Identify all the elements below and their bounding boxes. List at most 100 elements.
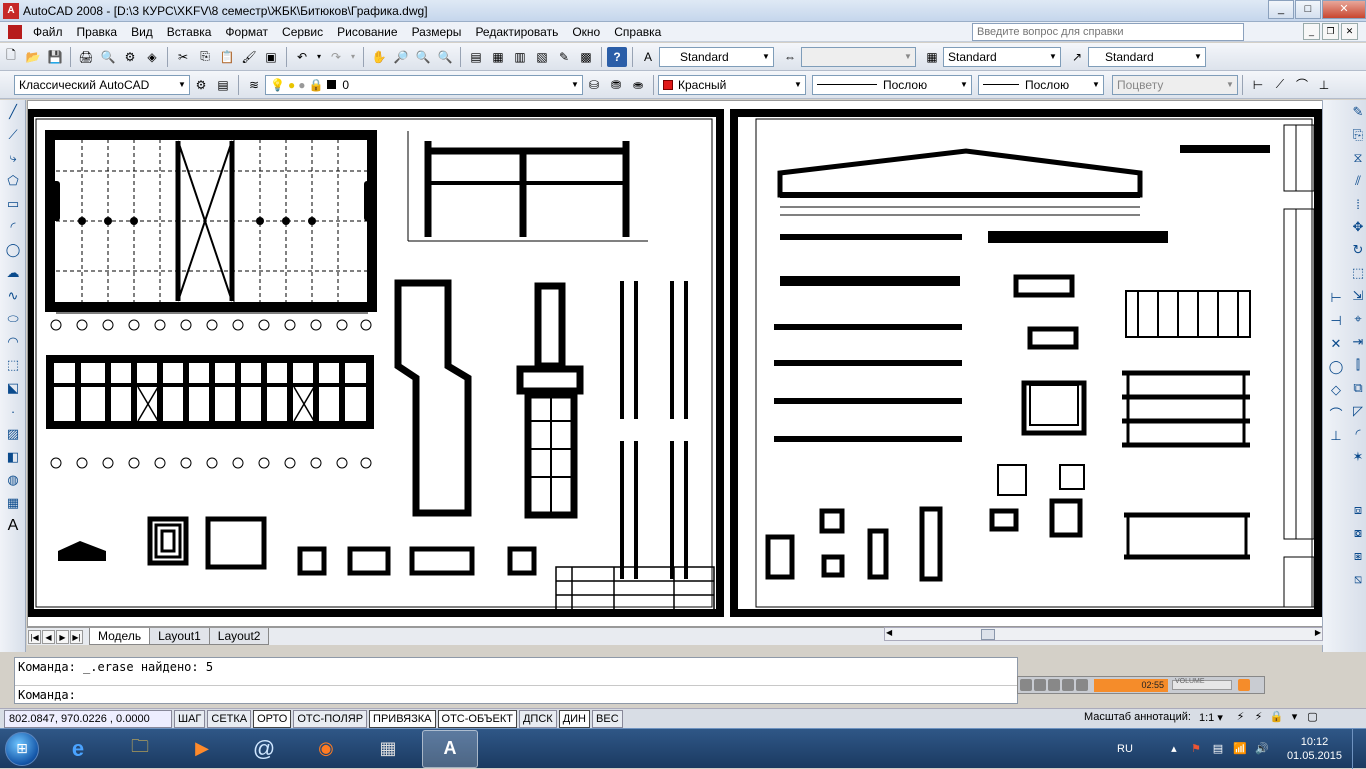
scroll-right-icon[interactable]: ▶	[1315, 628, 1321, 637]
document-icon[interactable]	[8, 24, 22, 39]
table-style-icon[interactable]: ▦	[922, 47, 942, 67]
draworder-icon[interactable]: ⧈	[1347, 499, 1366, 521]
horizontal-scrollbar[interactable]: ◀ ▶	[884, 627, 1323, 641]
menu-format[interactable]: Формат	[218, 22, 275, 42]
snap-center-icon[interactable]: ◯	[1325, 356, 1347, 378]
circle-icon[interactable]: ◯	[2, 239, 24, 261]
coordinates-readout[interactable]: 802.0847, 970.0226 , 0.0000	[4, 709, 172, 728]
sun-icon[interactable]: ●	[288, 78, 295, 92]
text-style-select[interactable]: Standard ▼	[659, 46, 774, 67]
lightbulb-icon[interactable]: 💡	[270, 78, 285, 92]
save-icon[interactable]: 💾	[45, 47, 65, 67]
taskbar-messenger-icon[interactable]: @	[236, 730, 292, 768]
revision-cloud-icon[interactable]: ☁	[2, 262, 24, 284]
menu-file[interactable]: Файл	[26, 22, 70, 42]
annotation-visibility-icon[interactable]: ⚡	[1233, 710, 1248, 725]
color-select[interactable]: Красный ▼	[658, 74, 806, 95]
zoom-previous-icon[interactable]: 🔍	[435, 47, 455, 67]
menu-edit[interactable]: Правка	[70, 22, 125, 42]
open-file-icon[interactable]: 📂	[23, 47, 43, 67]
construction-line-icon[interactable]: ⟋	[2, 124, 24, 146]
block-editor-icon[interactable]: ▣	[261, 47, 281, 67]
extend-icon[interactable]: ⇥	[1347, 331, 1366, 353]
doc-restore-icon[interactable]: ❐	[1322, 23, 1339, 40]
network-signal-icon[interactable]: 📶	[1232, 741, 1248, 757]
fillet-icon[interactable]: ◜	[1347, 423, 1366, 445]
mirror-icon[interactable]: ⧖	[1347, 147, 1366, 169]
print-icon[interactable]: 🖨	[76, 47, 96, 67]
zoom-realtime-icon[interactable]: 🔎	[391, 47, 411, 67]
snap-quadrant-icon[interactable]: ◇	[1325, 379, 1347, 401]
layer-manager-icon[interactable]: ≋	[244, 75, 264, 95]
volume-icon[interactable]: 🔊	[1254, 741, 1270, 757]
move-icon[interactable]: ✥	[1347, 216, 1366, 238]
pan-icon[interactable]: ✋	[369, 47, 389, 67]
menu-tools[interactable]: Сервис	[275, 22, 330, 42]
tray-expand-icon[interactable]: ▴	[1166, 741, 1182, 757]
player-close-icon[interactable]	[1238, 679, 1250, 691]
maximize-button[interactable]: □	[1295, 0, 1321, 19]
help-icon[interactable]: ?	[607, 46, 627, 67]
menu-dimension[interactable]: Размеры	[405, 22, 469, 42]
removable-device-icon[interactable]: ▤	[1210, 741, 1226, 757]
scale-icon[interactable]: ⬚	[1347, 262, 1366, 284]
publish-icon[interactable]: ⚙	[120, 47, 140, 67]
table-icon[interactable]: ▦	[2, 492, 24, 514]
minimize-button[interactable]: _	[1268, 0, 1294, 19]
grid-toggle[interactable]: СЕТКА	[207, 709, 252, 728]
markup-icon[interactable]: ✎	[554, 47, 574, 67]
3d-dwf-icon[interactable]: ◈	[142, 47, 162, 67]
linear-dimension-icon[interactable]: ⊢	[1248, 75, 1268, 95]
action-center-icon[interactable]: ⚑	[1188, 741, 1204, 757]
show-desktop-button[interactable]	[1352, 729, 1366, 769]
linetype-select[interactable]: Послою ▼	[812, 74, 972, 95]
multileader-style-select[interactable]: Standard ▼	[1088, 46, 1206, 67]
snap-midpoint-icon[interactable]: ⊣	[1325, 310, 1347, 332]
hscroll-thumb[interactable]	[981, 629, 995, 640]
start-button[interactable]: ⊞	[0, 729, 44, 769]
redo-dropdown-icon[interactable]: ▾	[348, 47, 358, 67]
match-properties-icon[interactable]: 🖌	[239, 47, 259, 67]
region-icon[interactable]: ◍	[2, 469, 24, 491]
bring-front-icon[interactable]: ⧇	[1347, 522, 1366, 544]
make-layer-current-icon[interactable]: ⛁	[584, 75, 604, 95]
tab-prev-icon[interactable]: ◀	[42, 629, 55, 644]
dyn-toggle[interactable]: ДИН	[558, 709, 591, 728]
menu-draw[interactable]: Рисование	[330, 22, 404, 42]
workspace-select[interactable]: Классический AutoCAD ▼	[14, 74, 190, 95]
menu-view[interactable]: Вид	[124, 22, 160, 42]
tab-last-icon[interactable]: ▶|	[70, 629, 83, 644]
lock-icon[interactable]: 🔒	[308, 78, 323, 92]
taskbar-autocad-icon[interactable]: A	[422, 729, 478, 768]
polar-toggle[interactable]: ОТС-ПОЛЯР	[293, 709, 368, 728]
lineweight-select[interactable]: Послою ▼	[978, 74, 1104, 95]
sheet-set-icon[interactable]: ▧	[532, 47, 552, 67]
print-preview-icon[interactable]: 🔍	[98, 47, 118, 67]
offset-icon[interactable]: ⫽	[1347, 170, 1366, 192]
taskbar-explorer-icon[interactable]: 🗀	[112, 730, 168, 768]
prev-icon[interactable]	[1062, 679, 1074, 691]
explode-icon[interactable]: ✶	[1347, 446, 1366, 468]
freeze-icon[interactable]: ●	[298, 78, 305, 92]
make-block-icon[interactable]: ⬕	[2, 377, 24, 399]
ducs-toggle[interactable]: ДПСК	[518, 709, 557, 728]
calculator-icon[interactable]: ▩	[576, 47, 596, 67]
tab-model[interactable]: Модель	[89, 628, 151, 645]
new-file-icon[interactable]: 🗋	[1, 47, 21, 67]
cut-icon[interactable]: ✂	[173, 47, 193, 67]
menu-insert[interactable]: Вставка	[160, 22, 219, 42]
pause-icon[interactable]	[1034, 679, 1046, 691]
taskbar-media-player-icon[interactable]: ▶	[174, 730, 230, 768]
volume-slider[interactable]: VOLUME	[1172, 678, 1232, 690]
autocad-app-icon[interactable]: A	[3, 2, 19, 19]
spline-icon[interactable]: ∿	[2, 285, 24, 307]
osnap-toggle[interactable]: ПРИВЯЗКА	[369, 709, 436, 728]
point-icon[interactable]: ·	[2, 400, 24, 422]
menu-window[interactable]: Окно	[565, 22, 607, 42]
bring-above-icon[interactable]: ⧅	[1347, 568, 1366, 590]
dim-style-select[interactable]: ▼	[801, 46, 916, 67]
taskbar-clock[interactable]: 10:12 01.05.2015	[1287, 735, 1342, 763]
snap-toggle[interactable]: ШАГ	[174, 709, 206, 728]
snap-tangent-icon[interactable]: ⌒	[1325, 402, 1347, 424]
paste-icon[interactable]: 📋	[217, 47, 237, 67]
